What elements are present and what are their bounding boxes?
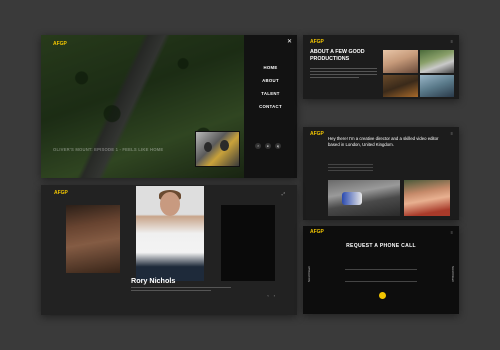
episode-thumbnail[interactable] bbox=[195, 131, 240, 167]
contact-heading: REQUEST A PHONE CALL bbox=[346, 243, 416, 249]
episode-title[interactable]: OLIVER'S MOUNT: EPISODE 1 - FEELS LIKE H… bbox=[53, 147, 163, 152]
racing-photo bbox=[328, 180, 400, 216]
social-links: f in ig bbox=[255, 143, 281, 149]
scroll-label-left: Scroll Down bbox=[307, 266, 311, 283]
contact-panel: AFGP ≡ REQUEST A PHONE CALL Scroll Down … bbox=[303, 226, 459, 314]
talent-photo-main[interactable] bbox=[136, 186, 204, 281]
carousel-nav: ‹ › bbox=[267, 293, 275, 298]
home-menu-panel: AFGP OLIVER'S MOUNT: EPISODE 1 - FEELS L… bbox=[41, 35, 297, 178]
brand-logo[interactable]: AFGP bbox=[310, 131, 324, 137]
talent-photo-next[interactable] bbox=[221, 205, 275, 281]
portrait-photo bbox=[404, 180, 450, 216]
submit-button[interactable] bbox=[379, 292, 386, 299]
talent-photo-prev[interactable] bbox=[66, 205, 120, 273]
menu-icon[interactable]: ≡ bbox=[451, 131, 453, 136]
brand-logo[interactable]: AFGP bbox=[310, 229, 324, 235]
about-image-grid bbox=[383, 50, 454, 97]
bio-text: Hey there! I'm a creative director and a… bbox=[328, 136, 439, 147]
grid-image bbox=[419, 74, 454, 97]
phone-field[interactable] bbox=[345, 276, 417, 282]
grid-image bbox=[383, 74, 418, 97]
name-field[interactable] bbox=[345, 264, 417, 270]
talent-name: Rory Nichols bbox=[131, 276, 176, 285]
next-arrow-icon[interactable]: › bbox=[274, 293, 275, 298]
menu-item-contact[interactable]: CONTACT bbox=[244, 104, 297, 109]
scroll-label-right: Scroll Down bbox=[451, 266, 455, 283]
prev-arrow-icon[interactable]: ‹ bbox=[267, 293, 268, 298]
menu-icon[interactable]: ≡ bbox=[451, 230, 453, 235]
brand-logo[interactable]: AFGP bbox=[54, 190, 68, 196]
bio-panel: AFGP ≡ Hey there! I'm a creative directo… bbox=[303, 127, 459, 220]
nav-menu-overlay: ✕ HOME ABOUT TALENT CONTACT bbox=[244, 35, 297, 178]
expand-icon[interactable]: ⤢ bbox=[282, 191, 285, 196]
talent-panel: AFGP ⤢ Rory Nichols ‹ › bbox=[41, 185, 297, 315]
about-heading: ABOUT A FEW GOOD PRODUCTIONS bbox=[310, 49, 365, 62]
grid-image bbox=[419, 50, 454, 73]
instagram-icon[interactable]: ig bbox=[275, 143, 281, 149]
about-panel: AFGP ≡ ABOUT A FEW GOOD PRODUCTIONS bbox=[303, 35, 459, 99]
brand-logo[interactable]: AFGP bbox=[53, 41, 67, 47]
linkedin-icon[interactable]: in bbox=[265, 143, 271, 149]
grid-image bbox=[383, 50, 418, 73]
talent-description bbox=[131, 287, 231, 293]
facebook-icon[interactable]: f bbox=[255, 143, 261, 149]
menu-item-home[interactable]: HOME bbox=[244, 65, 297, 70]
bio-subtext bbox=[328, 164, 373, 173]
close-icon[interactable]: ✕ bbox=[287, 38, 292, 45]
about-description bbox=[310, 68, 380, 88]
menu-item-talent[interactable]: TALENT bbox=[244, 91, 297, 96]
menu-icon[interactable]: ≡ bbox=[451, 39, 453, 44]
menu-item-about[interactable]: ABOUT bbox=[244, 78, 297, 83]
brand-logo[interactable]: AFGP bbox=[310, 39, 324, 45]
